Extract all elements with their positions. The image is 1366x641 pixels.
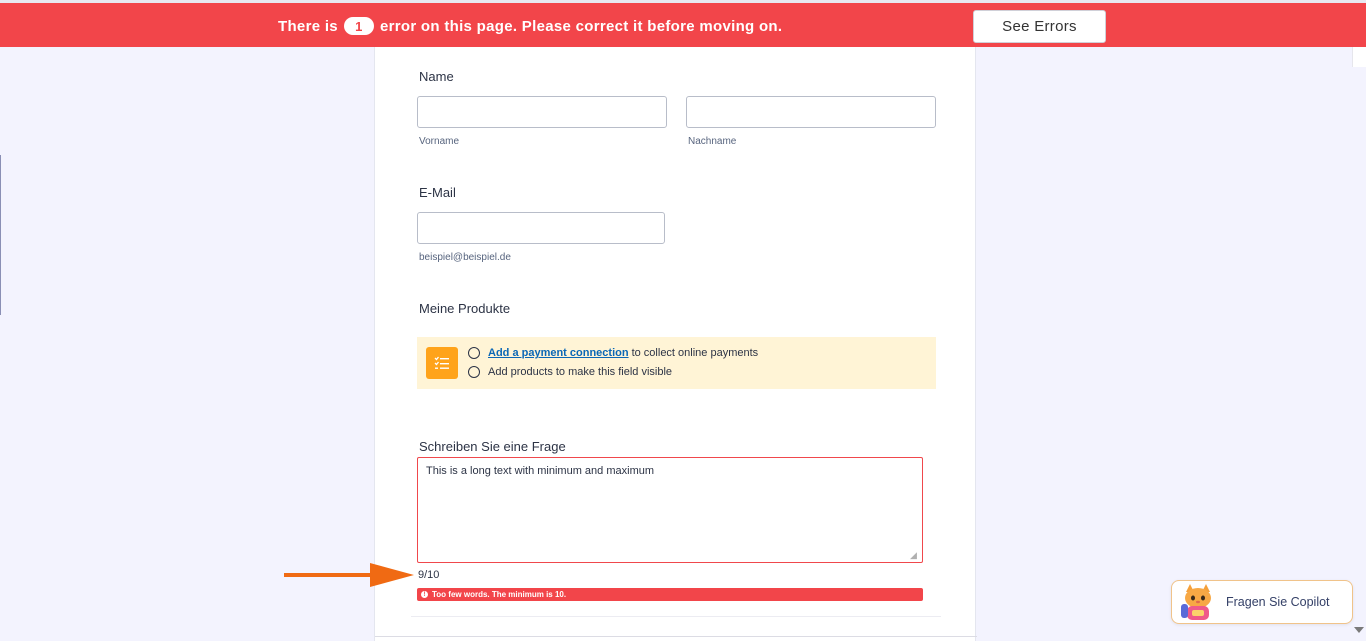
question-textarea[interactable]: This is a long text with minimum and max…: [417, 457, 923, 563]
resize-grip-icon[interactable]: ◢: [910, 550, 917, 561]
first-name-sublabel: Vorname: [419, 136, 460, 147]
orange-arrow-icon: [284, 563, 414, 587]
error-banner: There is 1 error on this page. Please co…: [0, 0, 1366, 47]
products-line-add: Add products to make this field visible: [468, 366, 672, 378]
last-name-input[interactable]: [686, 96, 936, 128]
copilot-button[interactable]: Fragen Sie Copilot: [1171, 580, 1353, 624]
payment-line-text: to collect online payments: [631, 347, 759, 359]
error-icon: !: [421, 591, 428, 598]
copilot-label: Fragen Sie Copilot: [1226, 595, 1330, 609]
email-label: E-Mail: [419, 185, 456, 200]
word-count-error: ! Too few words. The minimum is 10.: [417, 588, 923, 601]
list-icon: [426, 347, 458, 379]
products-label: Meine Produkte: [419, 301, 511, 316]
copilot-avatar-icon: [1176, 580, 1220, 624]
left-edge: [0, 155, 1, 315]
products-notice: Add a payment connection to collect onli…: [417, 337, 936, 389]
scroll-down-arrow-icon[interactable]: [1354, 627, 1364, 633]
first-name-input[interactable]: [417, 96, 667, 128]
word-count: 9/10: [418, 569, 440, 581]
name-label: Name: [419, 69, 454, 84]
products-line-payment: Add a payment connection to collect onli…: [468, 347, 758, 359]
error-text-before: There is: [278, 17, 338, 35]
question-label: Schreiben Sie eine Frage: [419, 439, 566, 454]
email-input[interactable]: [417, 212, 665, 244]
last-name-sublabel: Nachname: [688, 136, 737, 147]
scrollbar-thumb[interactable]: [1352, 47, 1366, 67]
error-banner-text: There is 1 error on this page. Please co…: [278, 17, 782, 35]
add-products-text: Add products to make this field visible: [488, 366, 673, 378]
scrollbar-track[interactable]: [1352, 47, 1366, 641]
divider: [411, 616, 941, 617]
form-card: Name Vorname Nachname E-Mail beispiel@be…: [374, 47, 977, 641]
error-text-after: error on this page. Please correct it be…: [379, 17, 783, 35]
radio-payment[interactable]: [468, 347, 480, 359]
see-errors-button[interactable]: See Errors: [973, 10, 1106, 43]
section-separator: [375, 636, 977, 637]
email-sublabel: beispiel@beispiel.de: [419, 252, 511, 263]
add-payment-connection-link[interactable]: Add a payment connection: [488, 347, 629, 359]
radio-add-products[interactable]: [468, 366, 480, 378]
word-count-error-text: Too few words. The minimum is 10.: [432, 590, 567, 599]
error-count-badge: 1: [343, 17, 374, 35]
